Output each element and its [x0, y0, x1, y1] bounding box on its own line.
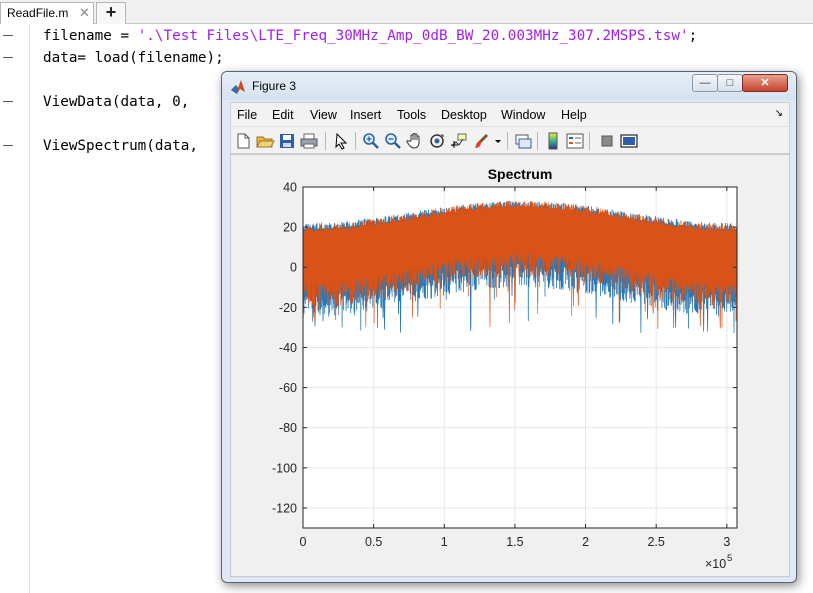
maximize-button[interactable]: □	[717, 74, 743, 92]
x-tick-label: 0.5	[365, 535, 382, 549]
zoom-out-icon[interactable]	[383, 131, 403, 151]
menu-window[interactable]: Window	[501, 108, 545, 122]
code-line-4[interactable]: ViewSpectrum(data,	[43, 135, 198, 157]
y-tick-label: -100	[272, 461, 297, 475]
close-button[interactable]: ✕	[742, 74, 788, 92]
x-tick-label: 2	[582, 535, 589, 549]
y-tick-label: 20	[283, 221, 297, 235]
y-tick-label: -60	[279, 381, 297, 395]
menu-help[interactable]: Help	[561, 108, 587, 122]
y-tick-label: 0	[290, 261, 297, 275]
colorbar-icon[interactable]	[543, 131, 563, 151]
menu-edit[interactable]: Edit	[272, 108, 294, 122]
y-tick-label: 40	[283, 181, 297, 195]
code-line-3[interactable]: ViewData(data, 0,	[43, 91, 189, 113]
figure-menu-bar: File Edit View Insert Tools Desktop Wind…	[230, 102, 790, 126]
add-tab-button[interactable]: +	[96, 2, 126, 24]
figure-canvas[interactable]: 0 0.5 1 1.5 2 2.5 3 40 20 0 -20 -40 -60 -80 -100 -120 ×1…	[230, 154, 790, 577]
x-tick-label: 1.5	[506, 535, 523, 549]
minimize-button[interactable]: —	[692, 74, 718, 92]
open-file-icon[interactable]	[255, 131, 275, 151]
menu-file[interactable]: File	[237, 108, 257, 122]
toolbar-separator	[589, 132, 590, 150]
line-marker	[3, 101, 13, 102]
figure-title: Figure 3	[252, 79, 297, 93]
zoom-in-icon[interactable]	[361, 131, 381, 151]
x-tick-label: 1	[441, 535, 448, 549]
x-exponent-power: 5	[727, 553, 732, 564]
menu-view[interactable]: View	[310, 108, 337, 122]
show-plot-tools-icon[interactable]	[619, 131, 639, 151]
x-tick-label: 3	[723, 535, 730, 549]
code-editor[interactable]: filename = '.\Test Files\LTE_Freq_30MHz_…	[43, 24, 697, 154]
toolbar-separator	[325, 132, 326, 150]
editor-gutter	[0, 24, 30, 593]
pointer-icon[interactable]	[331, 131, 351, 151]
pan-icon[interactable]	[405, 131, 425, 151]
x-exponent-label: ×10	[705, 557, 726, 571]
code-line-2[interactable]: data= load(filename);	[43, 47, 224, 69]
figure-toolbar	[230, 126, 790, 154]
y-tick-label: -120	[272, 501, 297, 515]
save-icon[interactable]	[277, 131, 297, 151]
figure-title-bar[interactable]: Figure 3 — □ ✕	[222, 72, 796, 100]
brush-icon[interactable]	[471, 131, 491, 151]
link-plot-icon[interactable]	[513, 131, 533, 151]
menu-insert[interactable]: Insert	[350, 108, 381, 122]
x-tick-label: 0	[300, 535, 307, 549]
legend-icon[interactable]	[565, 131, 585, 151]
tab-readfile[interactable]: ReadFile.m ✕	[0, 2, 94, 24]
line-marker	[3, 35, 13, 36]
print-icon[interactable]	[299, 131, 319, 151]
data-cursor-icon[interactable]	[449, 131, 469, 151]
editor-tab-bar: ReadFile.m ✕ +	[0, 0, 813, 24]
y-tick-label: -80	[279, 421, 297, 435]
chart-title: Spectrum	[488, 166, 553, 182]
hide-plot-tools-icon[interactable]	[597, 131, 617, 151]
menu-expand-arrow-icon[interactable]: ↘	[775, 108, 783, 119]
toolbar-separator	[355, 132, 356, 150]
line-marker	[3, 57, 13, 58]
brush-menu-icon[interactable]	[493, 131, 503, 151]
tab-close-icon[interactable]: ✕	[79, 5, 90, 21]
menu-desktop[interactable]: Desktop	[441, 108, 487, 122]
matlab-logo-icon	[231, 80, 245, 94]
spectrum-chart[interactable]: 0 0.5 1 1.5 2 2.5 3 40 20 0 -20 -40 -60 -80 -100 -120 ×1…	[231, 155, 789, 576]
rotate-3d-icon[interactable]	[427, 131, 447, 151]
code-line-1[interactable]: filename = '.\Test Files\LTE_Freq_30MHz_…	[43, 25, 697, 47]
x-tick-label: 2.5	[647, 535, 664, 549]
toolbar-separator	[537, 132, 538, 150]
tab-label: ReadFile.m	[7, 6, 69, 20]
menu-tools[interactable]: Tools	[397, 108, 426, 122]
toolbar-separator	[507, 132, 508, 150]
y-tick-label: -40	[279, 341, 297, 355]
line-marker	[3, 145, 13, 146]
y-tick-label: -20	[279, 301, 297, 315]
figure-window[interactable]: Figure 3 — □ ✕ File Edit View Insert Too…	[221, 71, 797, 583]
new-figure-icon[interactable]	[233, 131, 253, 151]
